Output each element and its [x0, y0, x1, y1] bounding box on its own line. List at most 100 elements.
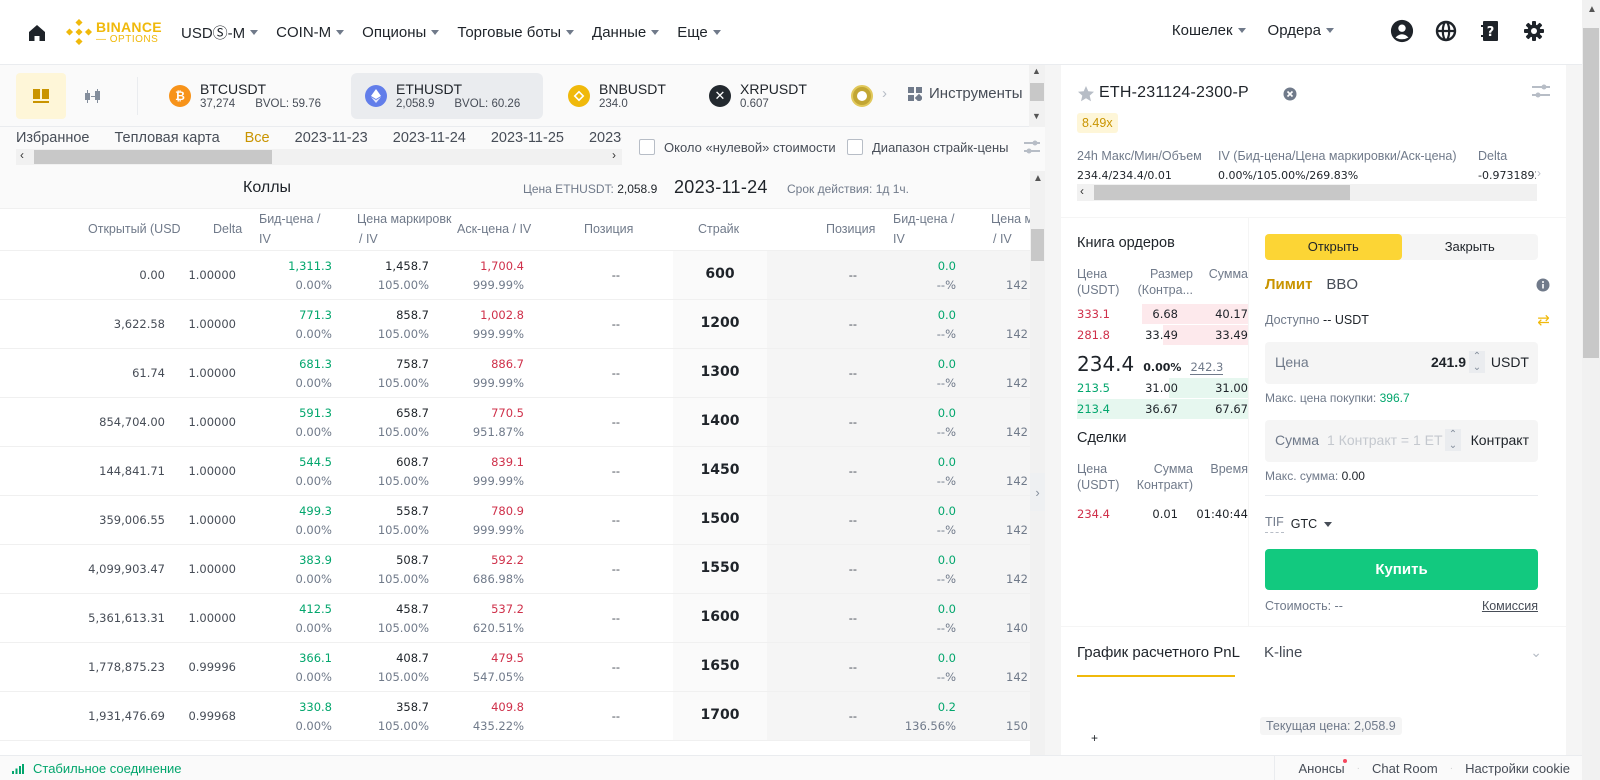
bid-price[interactable]: 1,311.3 [288, 259, 332, 273]
ask-price[interactable]: 1,700.4 [480, 259, 524, 273]
ask-row[interactable]: 333.1 6.68 40.17 [1061, 304, 1248, 324]
scroll-down-arrow-icon[interactable]: ▼ [1032, 111, 1041, 121]
symbol-bar-scrollbar[interactable]: ▲ ▼ [1029, 65, 1045, 127]
price-value[interactable]: 241.9 [1431, 354, 1466, 370]
ask-price[interactable]: 1,002.8 [480, 308, 524, 322]
price-input[interactable]: Цена 241.9 ⌃ ⌄ USDT [1265, 342, 1538, 384]
amount-stepper-icon[interactable]: ⌃ ⌄ [1445, 429, 1461, 451]
globe-language-icon[interactable] [1434, 19, 1458, 43]
buy-button[interactable]: Купить [1265, 549, 1538, 590]
put-bid-price[interactable]: 0.2 [938, 700, 956, 714]
amount-unit[interactable]: Контракт [1471, 432, 1529, 448]
filter-settings-icon[interactable] [1024, 139, 1040, 158]
scrollbar-thumb[interactable] [1583, 28, 1599, 358]
bid-row[interactable]: 213.4 36.67 67.67 [1061, 399, 1248, 419]
open-position-tab[interactable]: Открыть [1265, 234, 1402, 260]
tab-expiry[interactable]: 2023-11-24 [393, 130, 466, 146]
nav-wallet[interactable]: Кошелек [1172, 22, 1246, 39]
mark-price[interactable]: 242.3 [1190, 360, 1224, 375]
table-row[interactable]: 5,361,613.31 1.00000 412.5 0.00% 458.7 105.00… [0, 594, 1030, 643]
nav-more[interactable]: Еще [677, 22, 721, 43]
table-row[interactable]: 61.74 1.00000 681.3 0.00% 758.7 105.00% 886.7 9… [0, 349, 1030, 398]
put-bid-price[interactable]: 0.0 [938, 308, 956, 322]
ask-price[interactable]: 780.9 [491, 504, 524, 518]
col-ask[interactable]: Аск-цена / IV [457, 219, 531, 239]
amount-input[interactable]: Сумма 1 Контракт = 1 ET ⌃ ⌄ Контракт [1265, 420, 1538, 462]
ask-price[interactable]: 479.5 [491, 651, 524, 665]
scroll-up-arrow-icon[interactable]: ▲ [1033, 173, 1043, 184]
put-bid-price[interactable]: 0.0 [938, 651, 956, 665]
tab-bbo[interactable]: BBO [1326, 276, 1358, 293]
ask-price[interactable]: 409.8 [491, 700, 524, 714]
symbol-tab-xrpusdt[interactable]: ✕ XRPUSDT 0.607 [695, 73, 825, 119]
bid-price[interactable]: 499.3 [299, 504, 332, 518]
nav-orders[interactable]: Ордера [1268, 22, 1334, 39]
bid-price[interactable]: 771.3 [299, 308, 332, 322]
settings-gear-icon[interactable] [1522, 19, 1546, 43]
ask-price[interactable]: 537.2 [491, 602, 524, 616]
contract-settings-icon[interactable] [1532, 83, 1550, 102]
col-open-interest[interactable]: Открытый (USDT [88, 219, 180, 239]
tab-all[interactable]: Все [245, 130, 270, 146]
chevron-down-icon[interactable]: ⌄ [1530, 644, 1542, 661]
tab-heatmap[interactable]: Тепловая карта [114, 130, 219, 146]
tif-selector[interactable]: TIF GTC [1265, 515, 1333, 533]
tab-pnl-chart[interactable]: График расчетного PnL [1077, 644, 1240, 661]
col-mark-l1[interactable]: Цена маркировки [357, 209, 452, 229]
home-icon[interactable] [26, 22, 48, 44]
instruments-button[interactable]: Инструменты [908, 85, 1023, 102]
scrollbar-thumb[interactable] [1031, 229, 1044, 261]
ask-price[interactable]: 839.1 [491, 455, 524, 469]
put-bid-price[interactable]: 0.0 [938, 504, 956, 518]
put-bid-price[interactable]: 0.0 [938, 357, 956, 371]
strike-range-checkbox[interactable]: Диапазон страйк-цены [847, 139, 1009, 155]
doge-icon[interactable] [851, 85, 873, 107]
announcements-link[interactable]: Анонсы [1287, 759, 1357, 776]
table-row[interactable]: 854,704.00 1.00000 591.3 0.00% 658.7 105.00% 7… [0, 398, 1030, 447]
chart-view-button[interactable] [68, 73, 118, 119]
scroll-up-arrow-icon[interactable]: ▲ [1032, 66, 1041, 76]
tab-expiry[interactable]: 2023-11-26 [589, 130, 622, 146]
scroll-right-arrow-icon[interactable]: › [612, 148, 616, 162]
nav-trading-bots[interactable]: Торговые боты [457, 22, 575, 43]
col-put-bid-l1[interactable]: Бид-цена / [893, 209, 954, 229]
nav-coinm[interactable]: COIN-M [276, 22, 345, 43]
bid-price[interactable]: 544.5 [299, 455, 332, 469]
favorite-star-icon[interactable] [1077, 85, 1095, 106]
symbol-tab-bnbusdt[interactable]: BNBUSDT 234.0 [554, 73, 684, 119]
table-row[interactable]: 1,778,875.23 0.99996 366.1 0.00% 408.7 105.00… [0, 643, 1030, 692]
transfer-icon[interactable]: ⇄ [1537, 311, 1550, 329]
put-bid-price[interactable]: 0.0 [938, 455, 956, 469]
col-delta[interactable]: Delta [213, 219, 242, 239]
expiry-tabs-scrollbar[interactable]: ‹ › [16, 148, 622, 165]
chevron-right-icon[interactable]: › [1537, 166, 1541, 180]
fee-link[interactable]: Комиссия [1482, 599, 1538, 613]
page-scrollbar[interactable]: ▲ [1582, 0, 1600, 780]
scroll-left-arrow-icon[interactable]: ‹ [1080, 184, 1084, 198]
table-row[interactable]: 4,099,903.47 1.00000 383.9 0.00% 508.7 105.00… [0, 545, 1030, 594]
nav-options[interactable]: Опционы [362, 22, 440, 43]
scrollbar-thumb[interactable] [34, 150, 272, 164]
bid-price[interactable]: 383.9 [299, 553, 332, 567]
scrollbar-thumb[interactable] [1030, 83, 1044, 101]
tab-limit[interactable]: Лимит [1265, 276, 1312, 293]
info-icon[interactable] [1536, 278, 1550, 295]
put-bid-price[interactable]: 0.0 [938, 406, 956, 420]
expand-right-button[interactable]: › [1030, 473, 1045, 511]
symbol-tab-ethusdt[interactable]: ETHUSDT 2,058.9 BVOL: 60.26 [351, 73, 543, 119]
table-row[interactable]: 359,006.55 1.00000 499.3 0.00% 558.7 105.00% 7… [0, 496, 1030, 545]
put-bid-price[interactable]: 0.0 [938, 602, 956, 616]
table-row[interactable]: 3,622.58 1.00000 771.3 0.00% 858.7 105.00% 1,0… [0, 300, 1030, 349]
bid-price[interactable]: 366.1 [299, 651, 332, 665]
table-row[interactable]: 144,841.71 1.00000 544.5 0.00% 608.7 105.00% 8… [0, 447, 1030, 496]
chat-room-link[interactable]: Chat Room [1360, 761, 1450, 776]
table-row[interactable]: 1,931,476.69 0.99968 330.8 0.00% 358.7 105.00… [0, 692, 1030, 741]
ask-row[interactable]: 281.8 33.49 33.49 [1061, 325, 1248, 345]
near-zero-checkbox[interactable]: Около «нулевой» стоимости [639, 139, 836, 155]
cookie-settings-link[interactable]: Настройки cookie [1453, 761, 1582, 776]
scroll-up-arrow-icon[interactable]: ▲ [1587, 4, 1597, 15]
tab-expiry[interactable]: 2023-11-25 [491, 130, 564, 146]
table-row[interactable]: 0.00 1.00000 1,311.3 0.00% 1,458.7 105.00% 1,7… [0, 251, 1030, 300]
price-stepper-icon[interactable]: ⌃ ⌄ [1469, 351, 1485, 373]
symbol-tab-btcusdt[interactable]: ₿ BTCUSDT 37,274 BVOL: 59.76 [155, 73, 335, 119]
